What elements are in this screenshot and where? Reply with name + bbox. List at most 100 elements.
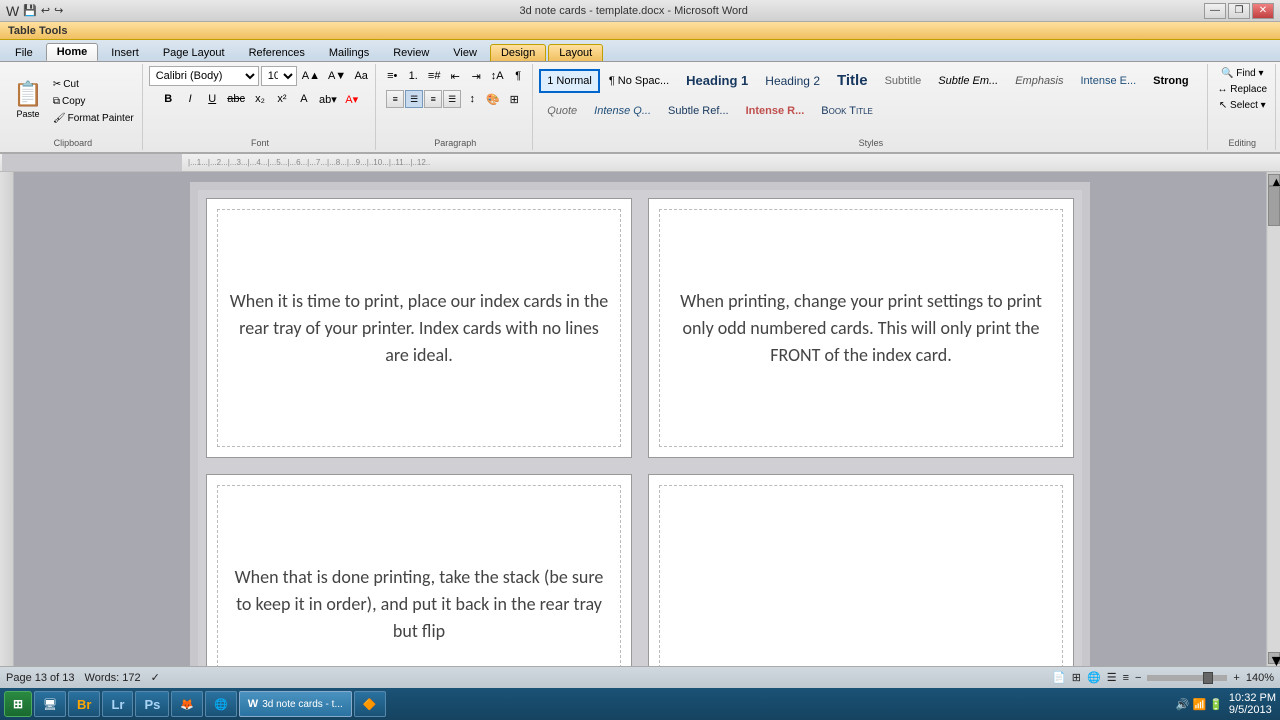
font-name-select[interactable]: Calibri (Body) [149,66,259,86]
style-subtle-ref[interactable]: Subtle Ref... [660,99,737,123]
copy-button[interactable]: ⧉ Copy [49,94,138,109]
superscript-button[interactable]: x² [272,89,292,109]
tab-view[interactable]: View [442,44,488,61]
zoom-level[interactable]: 140% [1246,672,1274,684]
style-subtle-em[interactable]: Subtle Em... [930,69,1006,93]
style-normal[interactable]: 1 Normal [539,69,600,93]
card-4[interactable] [648,474,1074,666]
format-painter-button[interactable]: 🖌 Format Painter [49,111,138,126]
spell-check-icon[interactable]: ✓ [151,671,160,684]
start-button[interactable]: ⊞ [4,691,32,717]
select-button[interactable]: ↖ Select ▾ [1215,98,1270,113]
vlc-icon: 🔶 [363,698,377,711]
decrease-indent-button[interactable]: ⇤ [445,66,465,86]
taskbar-vlc[interactable]: 🔶 [354,691,386,717]
align-left-button[interactable]: ≡ [386,90,404,108]
scroll-thumb[interactable] [1268,186,1280,226]
numbering-button[interactable]: 1. [403,66,423,86]
taskbar-word[interactable]: W 3d note cards - t... [239,691,352,717]
style-heading2[interactable]: Heading 2 [757,69,828,93]
font-color-button[interactable]: A▾ [342,89,362,109]
zoom-slider[interactable] [1147,675,1227,681]
style-heading1[interactable]: Heading 1 [678,69,756,93]
bold-button[interactable]: B [158,89,178,109]
replace-button[interactable]: ↔ Replace [1214,82,1271,97]
quick-access-redo[interactable]: ↪ [54,4,63,17]
close-button[interactable]: ✕ [1252,3,1274,19]
restore-button[interactable]: ❐ [1228,3,1250,19]
ribbon-tabs: File Home Insert Page Layout References … [0,40,1280,62]
shrink-font-button[interactable]: A▼ [325,66,349,86]
view-web-icon[interactable]: 🌐 [1087,671,1101,684]
taskbar-lightroom[interactable]: Lr [102,691,133,717]
taskbar-chrome[interactable]: 🌐 [205,691,237,717]
minimize-button[interactable]: — [1204,3,1226,19]
tab-review[interactable]: Review [382,44,440,61]
align-center-button[interactable]: ☰ [405,90,423,108]
tab-references[interactable]: References [238,44,316,61]
card-2-text: When printing, change your print setting… [669,288,1053,369]
underline-button[interactable]: U [202,89,222,109]
italic-button[interactable]: I [180,89,200,109]
style-intense-e[interactable]: Intense E... [1073,69,1145,93]
tab-page-layout[interactable]: Page Layout [152,44,236,61]
find-button[interactable]: 🔍 Find ▾ [1217,66,1267,81]
tab-mailings[interactable]: Mailings [318,44,380,61]
style-book-title[interactable]: Book Title [813,99,881,123]
document-pages[interactable]: When it is time to print, place our inde… [14,172,1266,666]
view-draft-icon[interactable]: ≡ [1123,672,1129,684]
style-intense-q[interactable]: Intense Q... [586,99,659,123]
cut-button[interactable]: ✂ Cut [49,77,138,92]
taskbar-photoshop[interactable]: Ps [135,691,169,717]
scroll-track[interactable] [1268,186,1280,652]
borders-button[interactable]: ⊞ [504,89,524,109]
line-spacing-button[interactable]: ↕ [462,89,482,109]
quick-access-undo[interactable]: ↩ [41,4,50,17]
style-subtitle[interactable]: Subtitle [877,69,930,93]
vertical-scrollbar[interactable]: ▲ ▼ [1266,172,1280,666]
font-size-select[interactable]: 10 [261,66,297,86]
tab-design[interactable]: Design [490,44,546,61]
subscript-button[interactable]: x₂ [250,89,270,109]
zoom-in-button[interactable]: + [1233,672,1239,684]
taskbar-adobe-bridge[interactable]: Br [68,691,100,717]
align-right-button[interactable]: ≡ [424,90,442,108]
grow-font-button[interactable]: A▲ [299,66,323,86]
strikethrough-button[interactable]: abc [224,89,248,109]
multilevel-button[interactable]: ≡# [424,66,444,86]
card-3[interactable]: When that is done printing, take the sta… [206,474,632,666]
sort-button[interactable]: ↕A [487,66,507,86]
card-1[interactable]: When it is time to print, place our inde… [206,198,632,458]
scroll-up-button[interactable]: ▲ [1268,174,1280,186]
tab-file[interactable]: File [4,44,44,61]
view-outline-icon[interactable]: ☰ [1107,671,1117,684]
scroll-down-button[interactable]: ▼ [1268,652,1280,664]
editing-label: Editing [1229,136,1257,148]
taskbar-firefox[interactable]: 🦊 [171,691,203,717]
text-effects-button[interactable]: A [294,89,314,109]
bullets-button[interactable]: ≡• [382,66,402,86]
highlight-button[interactable]: ab▾ [316,89,340,109]
view-print-icon[interactable]: 📄 [1052,671,1066,684]
zoom-out-button[interactable]: − [1135,672,1141,684]
style-title[interactable]: Title [829,69,876,93]
justify-button[interactable]: ☰ [443,90,461,108]
show-marks-button[interactable]: ¶ [508,66,528,86]
tab-layout[interactable]: Layout [548,44,603,61]
paste-button[interactable]: 📋 Paste [8,71,48,131]
style-strong[interactable]: Strong [1145,69,1196,93]
style-no-space[interactable]: ¶ No Spac... [601,69,677,93]
taskbar-explorer[interactable]: 🖥 [34,691,66,717]
style-quote[interactable]: Quote [539,99,585,123]
zoom-slider-thumb[interactable] [1203,672,1213,684]
view-fullscreen-icon[interactable]: ⊞ [1072,671,1081,684]
shading-button[interactable]: 🎨 [483,89,503,109]
quick-access-save[interactable]: 💾 [23,4,37,17]
card-2[interactable]: When printing, change your print setting… [648,198,1074,458]
clear-format-button[interactable]: Aa [351,66,371,86]
increase-indent-button[interactable]: ⇥ [466,66,486,86]
style-emphasis[interactable]: Emphasis [1007,69,1071,93]
style-intense-r[interactable]: Intense R... [738,99,813,123]
tab-home[interactable]: Home [46,43,99,61]
tab-insert[interactable]: Insert [100,44,150,61]
